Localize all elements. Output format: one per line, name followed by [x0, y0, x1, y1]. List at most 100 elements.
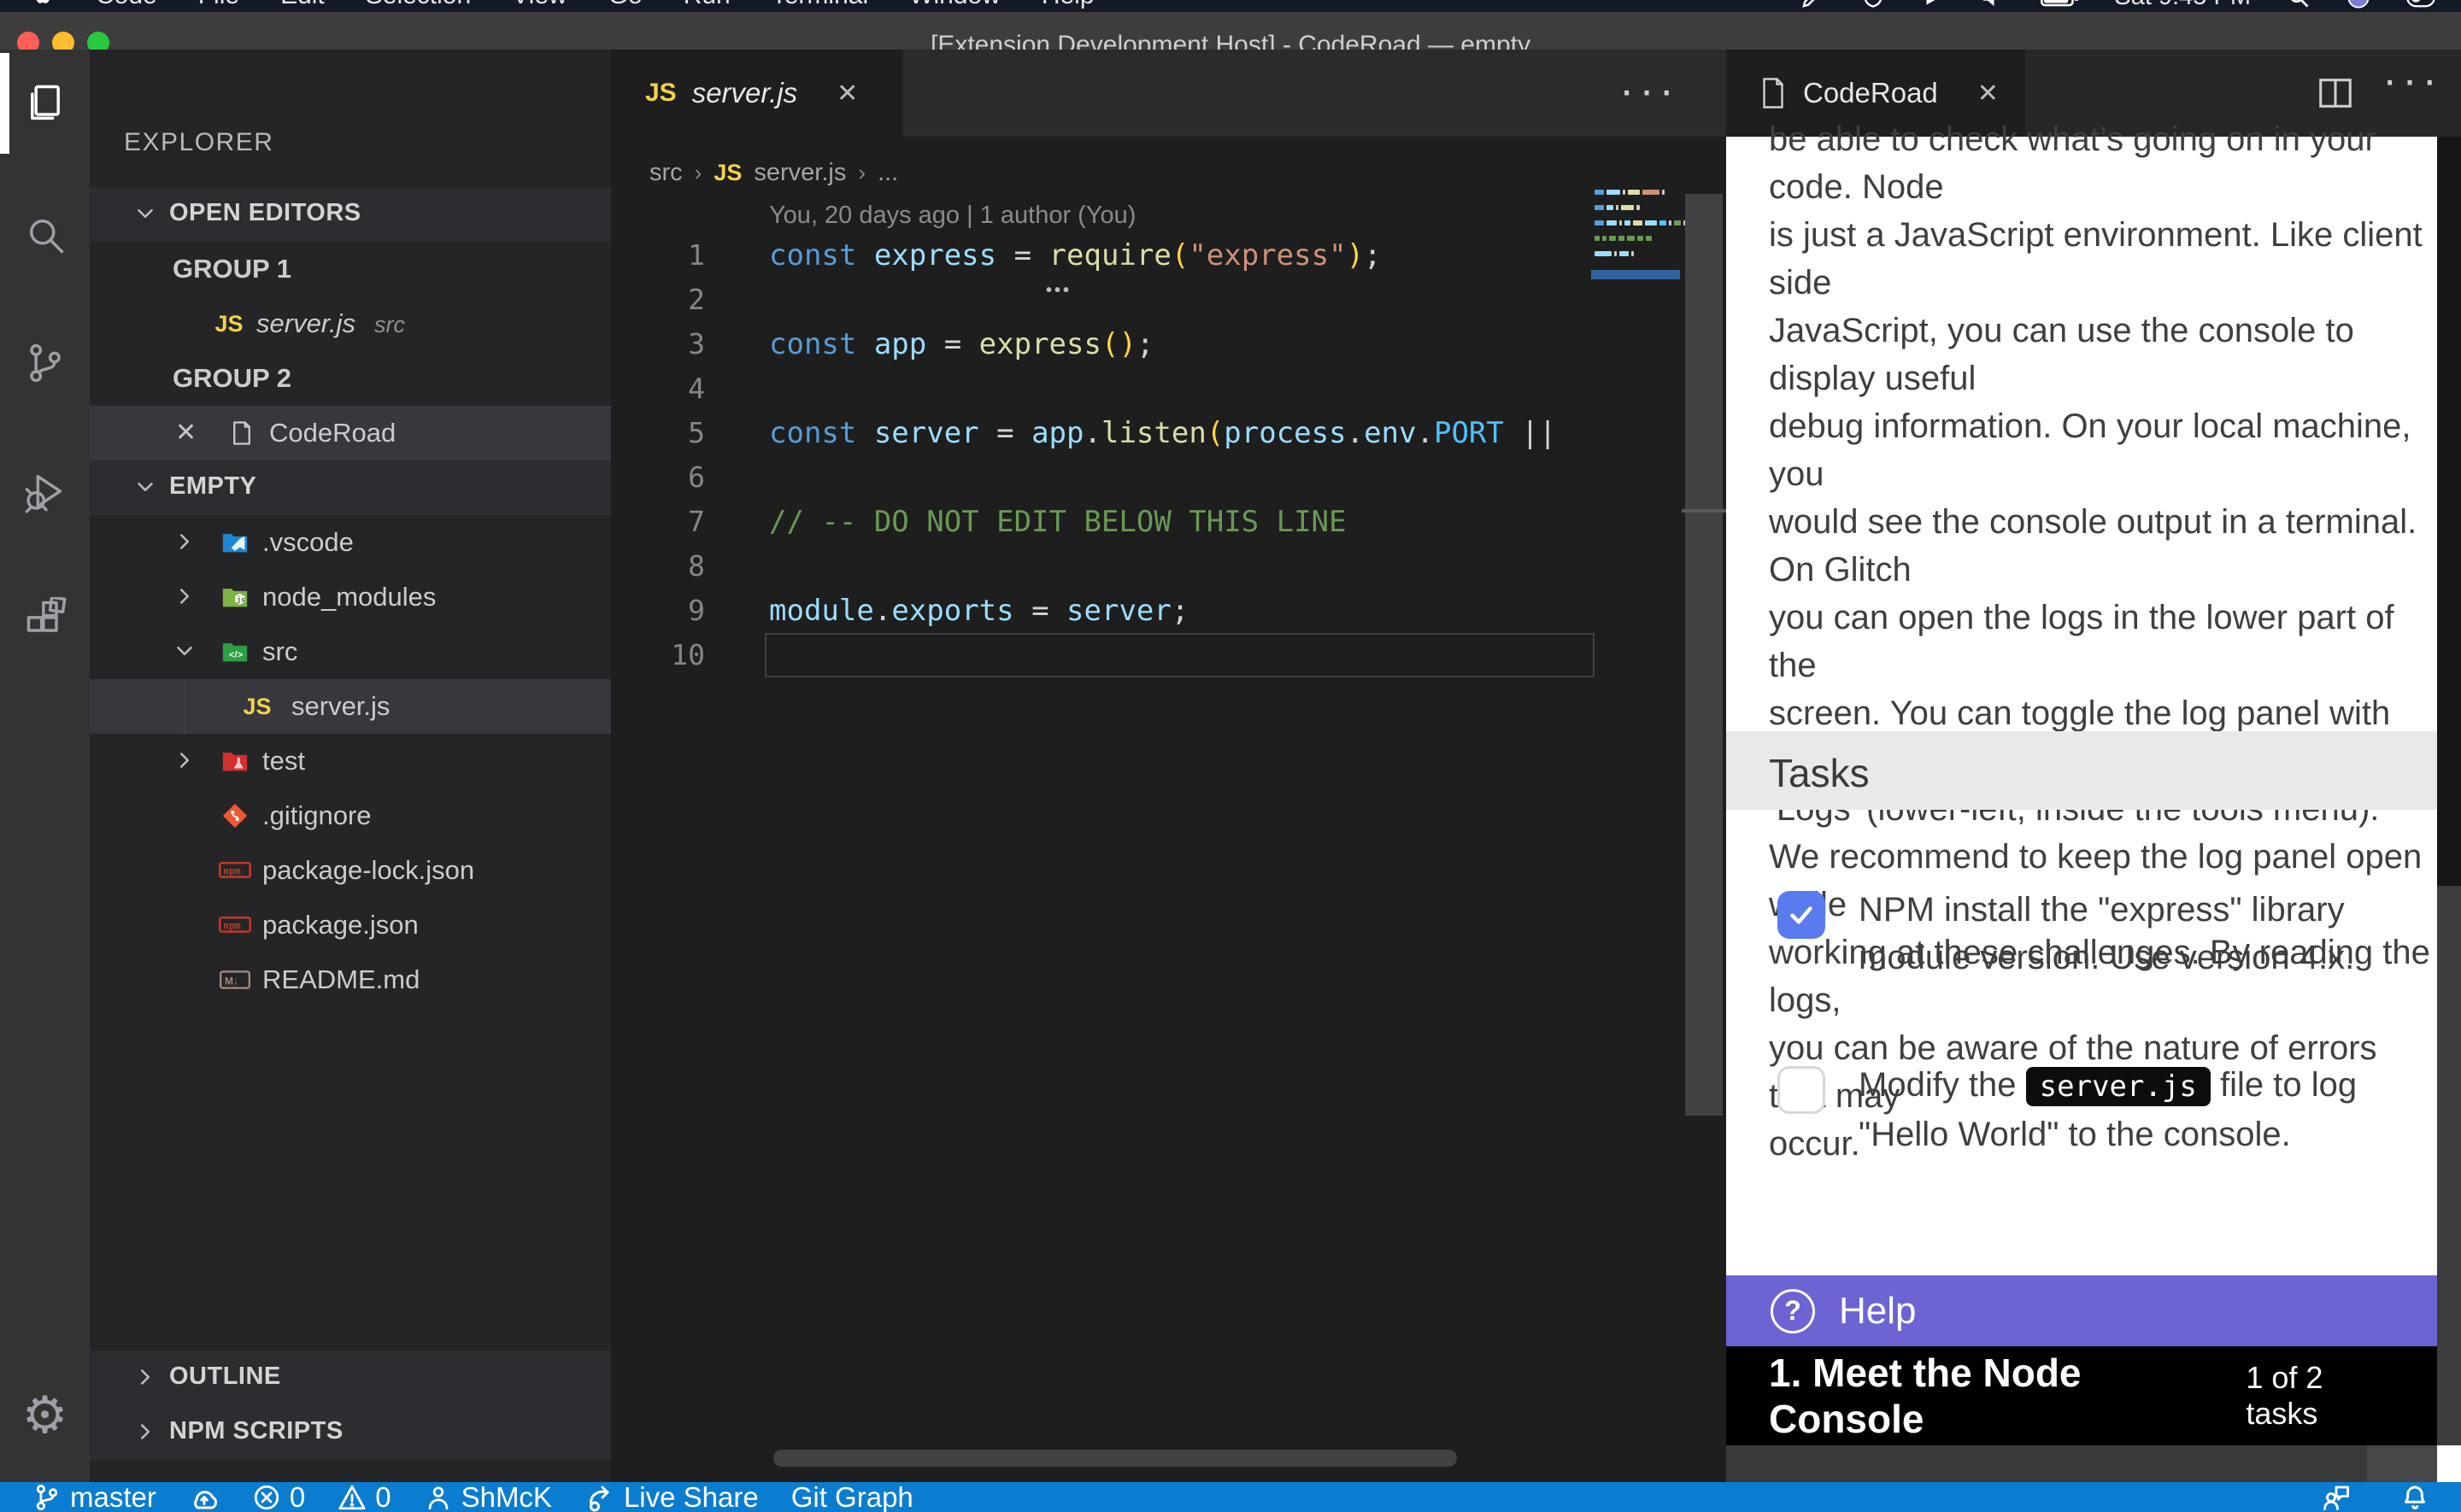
task-text-part: NPM install the "express" library module…: [1859, 891, 2354, 976]
code-token: require: [1049, 238, 1172, 273]
editor-vertical-scrollbar[interactable]: [1685, 194, 1723, 1116]
status-item-0[interactable]: 0: [252, 1481, 305, 1512]
status-label: ShMcK: [461, 1481, 552, 1512]
menu-item-window[interactable]: Window: [909, 0, 1001, 10]
lesson-bar[interactable]: 1. Meet the Node Console 1 of 2 tasks: [1726, 1346, 2437, 1445]
sidebar-row--gitignore[interactable]: .gitignore: [90, 788, 611, 843]
menu-clock[interactable]: Sat 9:45 PM: [2114, 0, 2251, 11]
status-item-bell[interactable]: [2399, 1482, 2430, 1512]
apple-menu-icon[interactable]: [32, 0, 55, 10]
breadcrumb-item[interactable]: server.js: [754, 159, 846, 187]
tree-item-label: test: [262, 746, 305, 777]
sync-icon: [189, 1482, 220, 1512]
volume-icon[interactable]: [1979, 0, 2005, 10]
code-content[interactable]: const express = require("express");const…: [769, 233, 1589, 677]
status-item-git-graph[interactable]: Git Graph: [791, 1481, 913, 1512]
editor-horizontal-scrollbar[interactable]: [773, 1450, 1457, 1467]
code-token: (: [1172, 238, 1189, 273]
sidebar-row-group-2[interactable]: GROUP 2: [90, 351, 611, 406]
chevron-down-icon: [172, 638, 199, 665]
branch-icon: [32, 1483, 62, 1512]
menu-item-selection[interactable]: Selection: [366, 0, 471, 10]
close-tab-icon[interactable]: ✕: [1977, 79, 1999, 108]
activity-item-extensions[interactable]: [0, 569, 90, 670]
sidebar-row-server-js[interactable]: JSserver.js: [90, 679, 611, 734]
editor-group[interactable]: JS server.js ✕ ··· src›JSserver.js›... Y…: [611, 50, 1726, 1482]
control-center-icon[interactable]: [2406, 0, 2435, 9]
status-item-shmck[interactable]: ShMcK: [424, 1481, 552, 1512]
readme-icon: M↓: [218, 964, 252, 996]
status-item-0[interactable]: 0: [338, 1481, 391, 1512]
status-item-master[interactable]: master: [32, 1481, 156, 1512]
status-label: 0: [290, 1481, 305, 1512]
menu-item-run[interactable]: Run: [684, 0, 731, 10]
minimap-token: [1595, 251, 1612, 256]
sidebar-row-test[interactable]: test: [90, 734, 611, 788]
menu-item-view[interactable]: View: [512, 0, 567, 10]
pencil-icon[interactable]: [1800, 0, 1825, 10]
codelens-blame[interactable]: You, 20 days ago | 1 author (You): [769, 202, 1136, 230]
sidebar-row-group-1[interactable]: GROUP 1: [90, 242, 611, 296]
code-token: // -- DO NOT EDIT BELOW THIS LINE: [769, 505, 1347, 539]
section-label: OPEN EDITORS: [169, 199, 361, 227]
spotlight-icon[interactable]: [2287, 0, 2311, 9]
minimap-token: [1606, 190, 1620, 195]
minimap-token: [1614, 251, 1617, 256]
breadcrumb-item[interactable]: ...: [878, 159, 898, 187]
tree-item-label: src: [262, 636, 297, 667]
sidebar-row-server-js[interactable]: JSserver.jssrc: [90, 296, 611, 351]
task-checkbox-checked[interactable]: [1777, 891, 1825, 939]
menu-item-edit[interactable]: Edit: [280, 0, 325, 10]
code-token: .: [1084, 416, 1101, 450]
shield-icon[interactable]: [1861, 0, 1885, 10]
sidebar-row-npm-scripts[interactable]: NPM SCRIPTS: [90, 1405, 611, 1460]
code-token: express: [874, 238, 996, 273]
code-line: [769, 455, 1589, 500]
panel-more-actions-icon[interactable]: ···: [2382, 55, 2442, 106]
sidebar-row--vscode[interactable]: .vscode: [90, 515, 611, 570]
battery-icon[interactable]: [2041, 0, 2078, 9]
activity-item-settings-gear[interactable]: ⚙: [0, 1365, 90, 1466]
minimap[interactable]: [1591, 190, 1685, 378]
question-icon: ?: [1771, 1289, 1815, 1333]
open-editor-label: server.jssrc: [256, 308, 405, 339]
siri-icon[interactable]: [2346, 0, 2370, 9]
status-item-sync[interactable]: [189, 1482, 220, 1512]
menu-item-go[interactable]: Go: [608, 0, 643, 10]
activity-item-source-control[interactable]: [0, 313, 90, 413]
editor-more-actions-icon[interactable]: ···: [1619, 65, 1679, 116]
sidebar-row-node-modules[interactable]: jsnode_modules: [90, 570, 611, 624]
sidebar-row-coderoad[interactable]: ✕CodeRoad: [90, 406, 611, 460]
sidebar-row-outline[interactable]: OUTLINE: [90, 1351, 611, 1405]
status-item-live-share[interactable]: Live Share: [584, 1481, 759, 1512]
close-tab-icon[interactable]: ✕: [837, 79, 858, 108]
sidebar-row-readme-md[interactable]: M↓README.md: [90, 952, 611, 1007]
activity-item-search[interactable]: [0, 185, 90, 285]
tree-item-label: package-lock.json: [262, 855, 474, 886]
minimap-token: [1619, 251, 1629, 256]
panel-footer-strip: [1726, 1445, 2461, 1482]
menu-item-code[interactable]: Code: [96, 0, 157, 10]
activity-item-debug[interactable]: [0, 441, 90, 542]
minimap-token: [1633, 220, 1642, 226]
sidebar-row-src[interactable]: </>src: [90, 624, 611, 679]
webview-scrollbar-thumb[interactable]: [2437, 886, 2461, 1445]
activity-item-files[interactable]: [0, 53, 90, 154]
breadcrumb-item[interactable]: src: [649, 159, 683, 187]
sidebar-row-package-lock-json[interactable]: npmpackage-lock.json: [90, 843, 611, 898]
help-bar[interactable]: ? Help: [1726, 1275, 2437, 1346]
sidebar-row-package-json[interactable]: npmpackage.json: [90, 898, 611, 952]
close-editor-icon[interactable]: ✕: [175, 418, 197, 448]
menu-item-file[interactable]: File: [198, 0, 239, 10]
minimap-token: [1606, 205, 1613, 210]
sidebar-row-open-editors[interactable]: OPEN EDITORS: [90, 187, 611, 242]
webview-scrollbar-track[interactable]: [2437, 137, 2461, 886]
split-editor-icon[interactable]: [2316, 73, 2355, 113]
play-icon[interactable]: [1921, 0, 1943, 9]
menu-item-terminal[interactable]: Terminal: [772, 0, 868, 10]
sidebar-row-empty[interactable]: EMPTY: [90, 460, 611, 515]
status-item-feedback[interactable]: [2321, 1482, 2352, 1512]
tab-server-js[interactable]: JS server.js ✕: [611, 50, 903, 137]
menu-item-help[interactable]: Help: [1042, 0, 1095, 10]
task-checkbox-unchecked[interactable]: [1777, 1066, 1825, 1114]
